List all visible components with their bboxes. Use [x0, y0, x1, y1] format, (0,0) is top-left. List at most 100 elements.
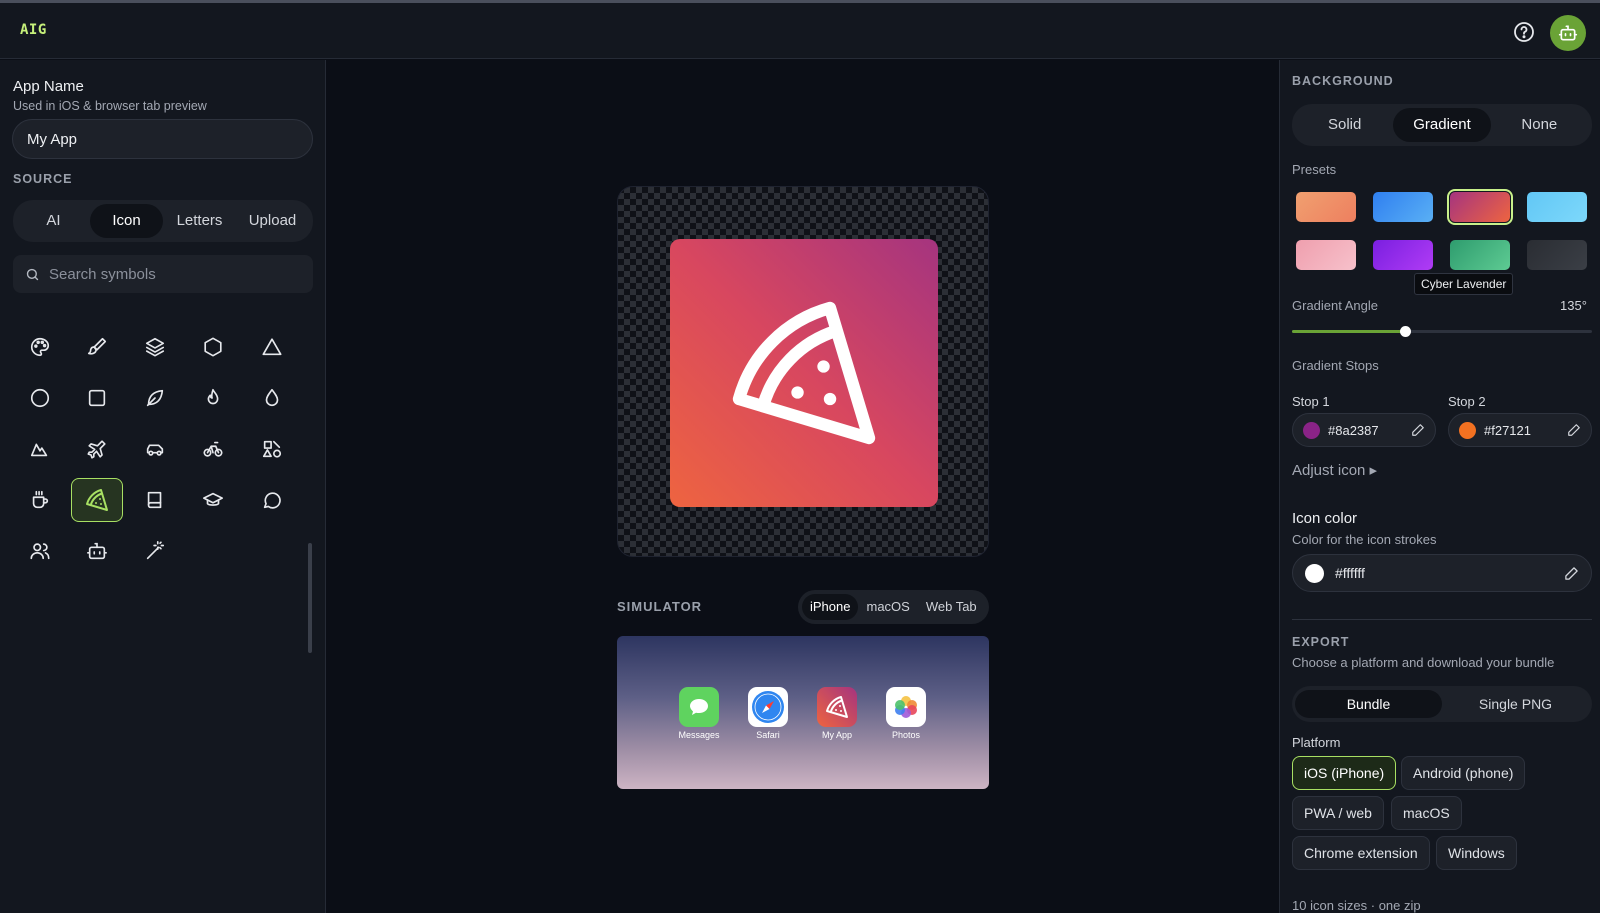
preset-swatch[interactable] [1447, 189, 1513, 225]
background-tabs: Solid Gradient None [1292, 104, 1592, 146]
background-label: BACKGROUND [1292, 74, 1394, 88]
triangle-icon[interactable] [246, 325, 298, 369]
messages-icon [679, 687, 719, 727]
icon-color-title: Icon color [1292, 510, 1358, 527]
dock-app-my-app[interactable]: My App [807, 687, 867, 740]
tab-iphone[interactable]: iPhone [802, 594, 859, 620]
search-icon [26, 268, 39, 281]
icon-color-input[interactable]: #ffffff [1292, 554, 1592, 592]
safari-icon [748, 687, 788, 727]
pizza-icon [732, 301, 876, 445]
stop2-swatch[interactable] [1459, 421, 1476, 439]
user-avatar[interactable] [1550, 15, 1586, 51]
leaf-icon[interactable] [129, 376, 181, 420]
tab-bundle[interactable]: Bundle [1295, 690, 1442, 718]
gradient-stops-label: Gradient Stops [1292, 358, 1379, 373]
tab-solid[interactable]: Solid [1296, 108, 1393, 142]
icon-grid-scrollbar[interactable] [308, 543, 312, 653]
platform-chrome-extension[interactable]: Chrome extension [1292, 836, 1430, 870]
car-icon[interactable] [129, 427, 181, 471]
tab-icon[interactable]: Icon [90, 204, 163, 238]
coffee-icon[interactable] [14, 478, 66, 522]
section-divider [1292, 619, 1592, 620]
stop2-input[interactable]: #f27121 [1448, 413, 1592, 447]
icon-color-value: #ffffff [1335, 565, 1365, 581]
preset-tooltip: Cyber Lavender [1414, 273, 1514, 295]
tab-upload[interactable]: Upload [236, 204, 309, 238]
search-input[interactable] [49, 255, 299, 293]
preset-swatch[interactable] [1527, 192, 1587, 222]
preset-swatch[interactable] [1373, 240, 1433, 270]
shapes-icon[interactable] [246, 427, 298, 471]
preset-swatch[interactable] [1296, 192, 1356, 222]
circle-icon[interactable] [14, 376, 66, 420]
top-bar: AIG [0, 3, 1600, 59]
icon-color-swatch[interactable] [1305, 563, 1324, 583]
dock-app-photos[interactable]: Photos [876, 687, 936, 740]
slider-thumb[interactable] [1399, 326, 1411, 337]
tab-single-png[interactable]: Single PNG [1442, 690, 1589, 718]
stop2-label: Stop 2 [1448, 394, 1486, 409]
tab-letters[interactable]: Letters [163, 204, 236, 238]
wand-icon[interactable] [129, 529, 181, 573]
dock-app-label: Messages [678, 730, 720, 740]
preset-swatch[interactable] [1373, 192, 1433, 222]
graduation-cap-icon[interactable] [187, 478, 239, 522]
plane-icon[interactable] [71, 427, 123, 471]
tab-web-tab[interactable]: Web Tab [918, 594, 985, 620]
tab-macos[interactable]: macOS [858, 594, 917, 620]
tab-gradient[interactable]: Gradient [1393, 108, 1491, 142]
tab-none[interactable]: None [1491, 108, 1588, 142]
dock-app-safari[interactable]: Safari [738, 687, 798, 740]
preset-swatch[interactable] [1296, 240, 1356, 270]
app-logo[interactable]: AIG [20, 22, 47, 38]
hexagon-icon[interactable] [187, 325, 239, 369]
message-circle-icon[interactable] [246, 478, 298, 522]
preset-swatch[interactable] [1527, 240, 1587, 270]
pizza-icon [817, 687, 857, 727]
icon-preview [617, 186, 989, 557]
dock-app-messages[interactable]: Messages [669, 687, 729, 740]
stop2-value: #f27121 [1484, 422, 1531, 438]
tab-ai[interactable]: AI [17, 204, 90, 238]
palette-icon[interactable] [14, 325, 66, 369]
simulator-label: SIMULATOR [617, 599, 703, 614]
bike-icon[interactable] [187, 427, 239, 471]
stop1-input[interactable]: #8a2387 [1292, 413, 1436, 447]
dock-app-label: Safari [756, 730, 780, 740]
photos-icon [886, 687, 926, 727]
app-name-subtitle: Used in iOS & browser tab preview [13, 99, 207, 113]
layers-icon[interactable] [129, 325, 181, 369]
platform-macos[interactable]: macOS [1391, 796, 1462, 830]
book-icon[interactable] [129, 478, 181, 522]
mountain-icon[interactable] [14, 427, 66, 471]
app-name-title: App Name [13, 78, 84, 95]
gradient-angle-slider[interactable] [1292, 326, 1592, 337]
pencil-icon[interactable] [1411, 423, 1425, 437]
stop1-value: #8a2387 [1328, 422, 1379, 438]
droplet-icon[interactable] [246, 376, 298, 420]
adjust-icon-toggle[interactable]: Adjust icon ▸ [1292, 461, 1377, 479]
pencil-icon[interactable] [1567, 423, 1581, 437]
platform-ios[interactable]: iOS (iPhone) [1292, 756, 1397, 790]
search-box [13, 255, 313, 293]
bot-icon[interactable] [71, 529, 123, 573]
presets-label: Presets [1292, 162, 1337, 177]
app-name-input[interactable] [12, 119, 313, 159]
help-icon[interactable] [1512, 20, 1536, 44]
platform-windows[interactable]: Windows [1436, 836, 1517, 870]
platform-label: Platform [1292, 735, 1341, 750]
platform-pwa-web[interactable]: PWA / web [1292, 796, 1384, 830]
brush-icon[interactable] [71, 325, 123, 369]
stop1-swatch[interactable] [1303, 421, 1320, 439]
slider-fill [1292, 330, 1405, 333]
platform-android[interactable]: Android (phone) [1401, 756, 1526, 790]
dock-app-label: My App [821, 730, 852, 740]
preset-swatch[interactable] [1450, 240, 1510, 270]
pencil-icon[interactable] [1564, 566, 1579, 581]
users-icon[interactable] [14, 529, 66, 573]
pizza-icon[interactable] [71, 478, 123, 522]
flame-icon[interactable] [187, 376, 239, 420]
square-icon[interactable] [71, 376, 123, 420]
dock-app-label: Photos [891, 730, 921, 740]
